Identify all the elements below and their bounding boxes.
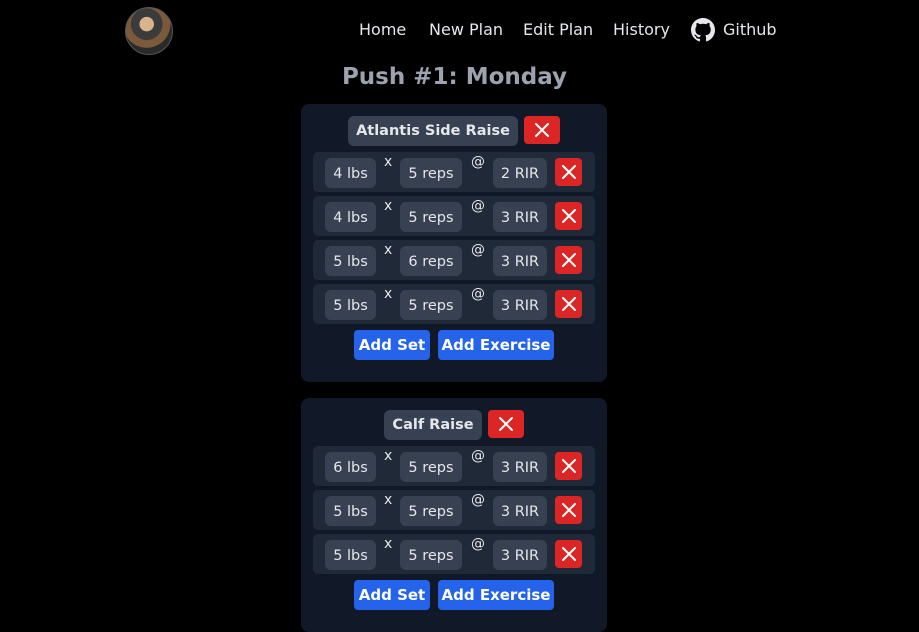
delete-set-button[interactable] bbox=[555, 540, 582, 568]
weight-field[interactable]: 5 lbs bbox=[325, 246, 376, 276]
weight-field[interactable]: 5 lbs bbox=[325, 290, 376, 320]
add-exercise-button[interactable]: Add Exercise bbox=[438, 330, 554, 360]
add-set-button[interactable]: Add Set bbox=[354, 580, 430, 610]
at-separator: @ bbox=[471, 448, 485, 464]
at-separator: @ bbox=[471, 492, 485, 508]
close-icon bbox=[561, 459, 576, 473]
weight-field[interactable]: 5 lbs bbox=[325, 540, 376, 570]
at-separator: @ bbox=[471, 198, 485, 214]
page-title: Push #1: Monday bbox=[341, 64, 568, 90]
exercise-card: Calf Raise 6 lbs x 5 reps @3 RIR 5 lbs x 5 reps… bbox=[301, 398, 607, 632]
delete-set-button[interactable] bbox=[555, 496, 582, 524]
set-row: 4 lbs x 5 reps @3 RIR bbox=[313, 196, 595, 236]
times-separator: x bbox=[384, 154, 393, 170]
reps-field[interactable]: 5 reps bbox=[400, 202, 462, 232]
nav-history[interactable]: History bbox=[613, 20, 670, 39]
close-icon bbox=[561, 503, 576, 517]
exercise-card: Atlantis Side Raise 4 lbs x 5 reps @2 RIR 4 l… bbox=[301, 104, 607, 382]
exercise-name[interactable]: Atlantis Side Raise bbox=[348, 116, 518, 146]
close-icon bbox=[561, 297, 576, 311]
close-icon bbox=[561, 253, 576, 267]
add-set-button[interactable]: Add Set bbox=[354, 330, 430, 360]
times-separator: x bbox=[384, 492, 393, 508]
delete-exercise-button[interactable] bbox=[487, 410, 524, 438]
close-icon bbox=[561, 165, 576, 179]
reps-field[interactable]: 5 reps bbox=[400, 540, 462, 570]
close-icon bbox=[498, 417, 513, 431]
github-icon[interactable] bbox=[691, 18, 715, 42]
exercise-name[interactable]: Calf Raise bbox=[384, 410, 482, 440]
weight-field[interactable]: 4 lbs bbox=[325, 202, 376, 232]
close-icon bbox=[561, 209, 576, 223]
rir-field[interactable]: 3 RIR bbox=[493, 540, 547, 570]
close-icon bbox=[561, 547, 576, 561]
close-icon bbox=[534, 123, 549, 137]
reps-field[interactable]: 5 reps bbox=[400, 158, 462, 188]
avatar[interactable] bbox=[125, 7, 173, 55]
weight-field[interactable]: 6 lbs bbox=[325, 452, 376, 482]
delete-set-button[interactable] bbox=[555, 158, 582, 186]
rir-field[interactable]: 3 RIR bbox=[493, 202, 547, 232]
nav-home[interactable]: Home bbox=[359, 20, 406, 39]
exercise-header: Atlantis Side Raise bbox=[301, 116, 607, 146]
set-row: 6 lbs x 5 reps @3 RIR bbox=[313, 446, 595, 486]
rir-field[interactable]: 3 RIR bbox=[493, 452, 547, 482]
rir-field[interactable]: 3 RIR bbox=[493, 246, 547, 276]
rir-field[interactable]: 3 RIR bbox=[493, 496, 547, 526]
set-row: 5 lbs x 5 reps @3 RIR bbox=[313, 534, 595, 574]
set-row: 5 lbs x 5 reps @3 RIR bbox=[313, 490, 595, 530]
times-separator: x bbox=[384, 242, 393, 258]
times-separator: x bbox=[384, 536, 393, 552]
navbar: Home New Plan Edit Plan History Github bbox=[0, 0, 919, 60]
times-separator: x bbox=[384, 198, 393, 214]
rir-field[interactable]: 2 RIR bbox=[493, 158, 547, 188]
set-row: 5 lbs x 6 reps @3 RIR bbox=[313, 240, 595, 280]
times-separator: x bbox=[384, 286, 393, 302]
reps-field[interactable]: 6 reps bbox=[400, 246, 462, 276]
reps-field[interactable]: 5 reps bbox=[400, 452, 462, 482]
delete-set-button[interactable] bbox=[555, 290, 582, 318]
times-separator: x bbox=[384, 448, 393, 464]
exercise-header: Calf Raise bbox=[301, 410, 607, 440]
delete-exercise-button[interactable] bbox=[523, 116, 560, 144]
set-row: 4 lbs x 5 reps @2 RIR bbox=[313, 152, 595, 192]
weight-field[interactable]: 5 lbs bbox=[325, 496, 376, 526]
at-separator: @ bbox=[471, 286, 485, 302]
delete-set-button[interactable] bbox=[555, 202, 582, 230]
nav-new-plan[interactable]: New Plan bbox=[429, 20, 503, 39]
weight-field[interactable]: 4 lbs bbox=[325, 158, 376, 188]
reps-field[interactable]: 5 reps bbox=[400, 290, 462, 320]
at-separator: @ bbox=[471, 536, 485, 552]
at-separator: @ bbox=[471, 242, 485, 258]
set-row: 5 lbs x 5 reps @3 RIR bbox=[313, 284, 595, 324]
reps-field[interactable]: 5 reps bbox=[400, 496, 462, 526]
at-separator: @ bbox=[471, 154, 485, 170]
delete-set-button[interactable] bbox=[555, 246, 582, 274]
add-exercise-button[interactable]: Add Exercise bbox=[438, 580, 554, 610]
nav-edit-plan[interactable]: Edit Plan bbox=[523, 20, 593, 39]
nav-github[interactable]: Github bbox=[723, 20, 777, 39]
delete-set-button[interactable] bbox=[555, 452, 582, 480]
rir-field[interactable]: 3 RIR bbox=[493, 290, 547, 320]
